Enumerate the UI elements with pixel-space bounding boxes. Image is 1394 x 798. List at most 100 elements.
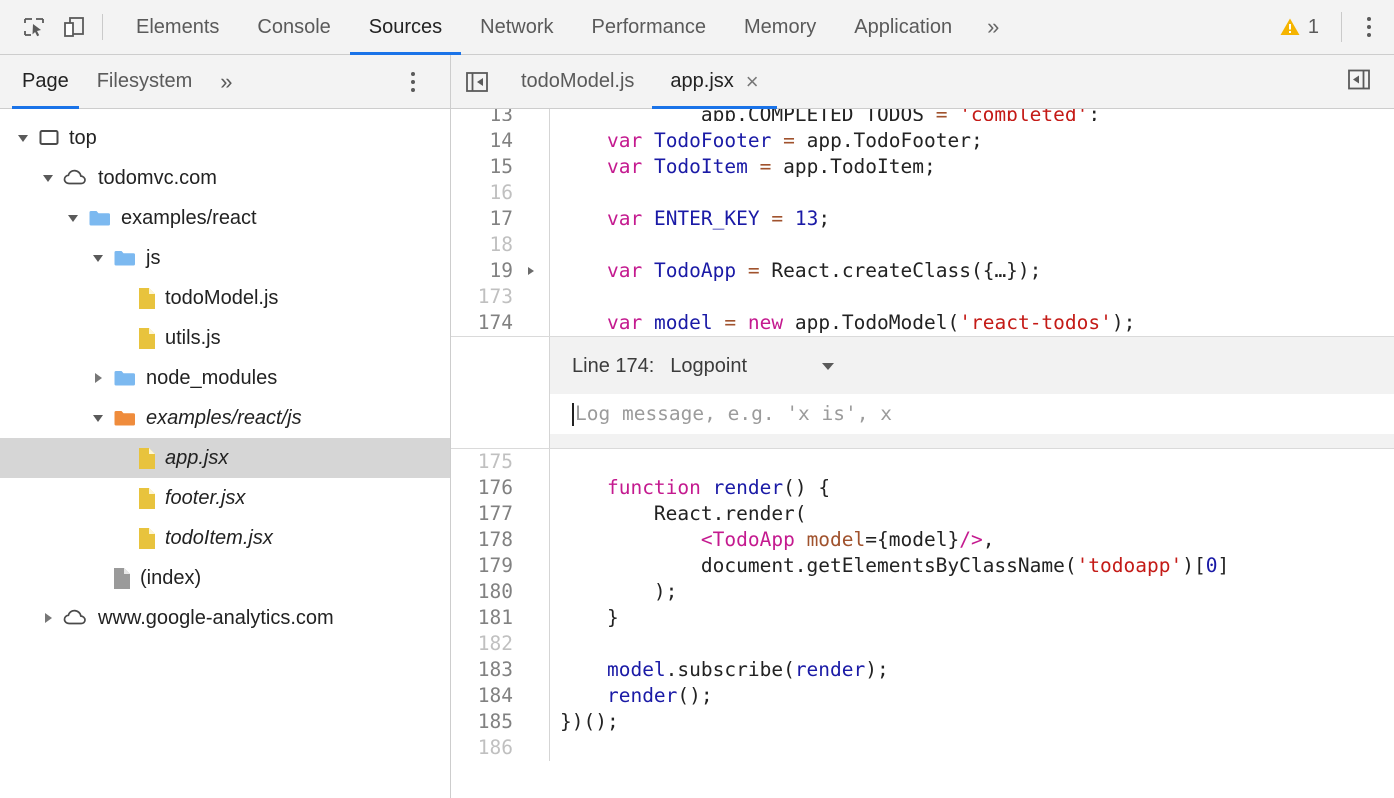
line-number[interactable]: 13 xyxy=(451,109,549,121)
line-number[interactable]: 186 xyxy=(451,735,549,761)
line-number[interactable]: 173 xyxy=(451,284,549,310)
editor-tab-app-jsx[interactable]: app.jsx × xyxy=(652,55,776,108)
code-line[interactable]: var TodoApp = React.createClass({…}); xyxy=(560,258,1394,284)
logpoint-type-select[interactable]: Logpoint xyxy=(670,353,747,379)
warning-status-badge[interactable]: 1 xyxy=(1267,16,1331,39)
chevron-down-icon[interactable] xyxy=(87,238,109,278)
inspect-element-icon[interactable] xyxy=(14,7,54,47)
code-line[interactable]: model.subscribe(render); xyxy=(560,657,1394,683)
line-number[interactable]: 14 xyxy=(451,128,549,154)
code-lines[interactable]: app.COMPLETED_TODOS = 'completed'; var T… xyxy=(550,109,1394,336)
code-editor[interactable]: 13 141516171819173174 app.COMPLETED_TODOS… xyxy=(451,109,1394,798)
warning-count: 1 xyxy=(1308,16,1319,39)
nav-more-tabs-icon[interactable]: » xyxy=(206,55,245,108)
cloud-icon xyxy=(63,607,89,629)
line-number[interactable]: 175 xyxy=(451,449,549,475)
line-number[interactable]: 15 xyxy=(451,154,549,180)
code-line[interactable]: React.render( xyxy=(560,501,1394,527)
line-number[interactable]: 185 xyxy=(451,709,549,735)
tree-item-todomvc-com[interactable]: todomvc.com xyxy=(0,158,450,198)
tree-item-js[interactable]: js xyxy=(0,238,450,278)
tree-item-footer-jsx[interactable]: footer.jsx xyxy=(0,478,450,518)
tree-item-top[interactable]: top xyxy=(0,118,450,158)
tree-item-node-modules[interactable]: node_modules xyxy=(0,358,450,398)
code-line[interactable]: var model = new app.TodoModel('react-tod… xyxy=(560,310,1394,336)
code-line[interactable]: function render() { xyxy=(560,475,1394,501)
tree-item-utils-js[interactable]: utils.js xyxy=(0,318,450,358)
code-line[interactable] xyxy=(560,449,1394,475)
expand-sidebar-icon[interactable] xyxy=(1346,66,1372,97)
line-number[interactable]: 16 xyxy=(451,180,549,206)
line-number[interactable]: 176 xyxy=(451,475,549,501)
code-line[interactable] xyxy=(560,284,1394,310)
chevron-right-icon[interactable] xyxy=(87,358,109,398)
tree-item-app-jsx[interactable]: app.jsx xyxy=(0,438,450,478)
line-number[interactable]: 19 xyxy=(451,258,549,284)
collapse-sidebar-icon[interactable] xyxy=(451,69,503,95)
tree-item-www-google-analytics-com[interactable]: www.google-analytics.com xyxy=(0,598,450,638)
chevron-down-icon[interactable] xyxy=(819,357,837,375)
line-number-gutter[interactable]: 175176177178179180181182183184185186 xyxy=(451,449,550,761)
line-number[interactable]: 183 xyxy=(451,657,549,683)
kebab-menu-icon[interactable] xyxy=(1352,7,1386,47)
code-line[interactable]: var ENTER_KEY = 13; xyxy=(560,206,1394,232)
chevron-right-icon[interactable] xyxy=(37,598,59,638)
tab-elements[interactable]: Elements xyxy=(117,0,238,54)
file-js-icon xyxy=(138,447,156,470)
tree-item-index[interactable]: (index) xyxy=(0,558,450,598)
logpoint-input-row[interactable]: Log message, e.g. 'x is', x xyxy=(550,394,1394,434)
warning-triangle-icon xyxy=(1279,16,1301,38)
code-line[interactable] xyxy=(560,735,1394,761)
line-number[interactable]: 177 xyxy=(451,501,549,527)
line-number[interactable]: 180 xyxy=(451,579,549,605)
chevron-down-icon[interactable] xyxy=(62,198,84,238)
code-lines[interactable]: function render() { React.render( <TodoA… xyxy=(550,449,1394,761)
line-number[interactable]: 18 xyxy=(451,232,549,258)
tab-console[interactable]: Console xyxy=(238,0,349,54)
code-line[interactable] xyxy=(560,232,1394,258)
chevron-down-icon[interactable] xyxy=(12,118,34,158)
nav-tab-filesystem[interactable]: Filesystem xyxy=(83,55,207,108)
more-panels-icon[interactable]: » xyxy=(971,0,1014,54)
code-line[interactable]: app.COMPLETED_TODOS = 'completed'; xyxy=(560,109,1394,121)
code-token xyxy=(713,311,725,334)
line-number-gutter[interactable]: 13 141516171819173174 xyxy=(451,109,550,336)
line-number[interactable]: 174 xyxy=(451,310,549,336)
navigator-kebab-menu-icon[interactable] xyxy=(396,62,430,102)
tree-item-todomodel-js[interactable]: todoModel.js xyxy=(0,278,450,318)
tree-item-examples-react[interactable]: examples/react xyxy=(0,198,450,238)
code-line[interactable]: render(); xyxy=(560,683,1394,709)
tab-network[interactable]: Network xyxy=(461,0,572,54)
line-number[interactable]: 17 xyxy=(451,206,549,232)
device-toolbar-icon[interactable] xyxy=(54,7,94,47)
chevron-down-icon[interactable] xyxy=(37,158,59,198)
line-number[interactable]: 182 xyxy=(451,631,549,657)
line-number[interactable]: 184 xyxy=(451,683,549,709)
code-line[interactable] xyxy=(560,180,1394,206)
tab-performance[interactable]: Performance xyxy=(573,0,726,54)
code-line[interactable]: var TodoItem = app.TodoItem; xyxy=(560,154,1394,180)
code-line[interactable]: })(); xyxy=(560,709,1394,735)
tree-item-examples-react-js[interactable]: examples/react/js xyxy=(0,398,450,438)
code-line[interactable]: var TodoFooter = app.TodoFooter; xyxy=(560,128,1394,154)
close-icon[interactable]: × xyxy=(746,71,759,93)
code-line[interactable]: document.getElementsByClassName('todoapp… xyxy=(560,553,1394,579)
chevron-down-icon[interactable] xyxy=(87,398,109,438)
code-fold-icon[interactable] xyxy=(525,258,537,284)
code-line[interactable]: <TodoApp model={model}/>, xyxy=(560,527,1394,553)
code-token: = xyxy=(724,311,736,334)
tree-item-todoitem-jsx[interactable]: todoItem.jsx xyxy=(0,518,450,558)
code-line[interactable] xyxy=(560,631,1394,657)
code-token: new xyxy=(748,311,783,334)
tab-sources[interactable]: Sources xyxy=(350,0,461,54)
nav-tab-page[interactable]: Page xyxy=(8,55,83,108)
line-number[interactable]: 181 xyxy=(451,605,549,631)
code-line[interactable]: } xyxy=(560,605,1394,631)
code-line[interactable]: ); xyxy=(560,579,1394,605)
tab-memory[interactable]: Memory xyxy=(725,0,835,54)
tab-application[interactable]: Application xyxy=(835,0,971,54)
line-number[interactable]: 179 xyxy=(451,553,549,579)
line-number[interactable]: 178 xyxy=(451,527,549,553)
editor-tab-todomodel-js[interactable]: todoModel.js xyxy=(503,55,652,108)
kebab-dot xyxy=(1367,33,1371,37)
